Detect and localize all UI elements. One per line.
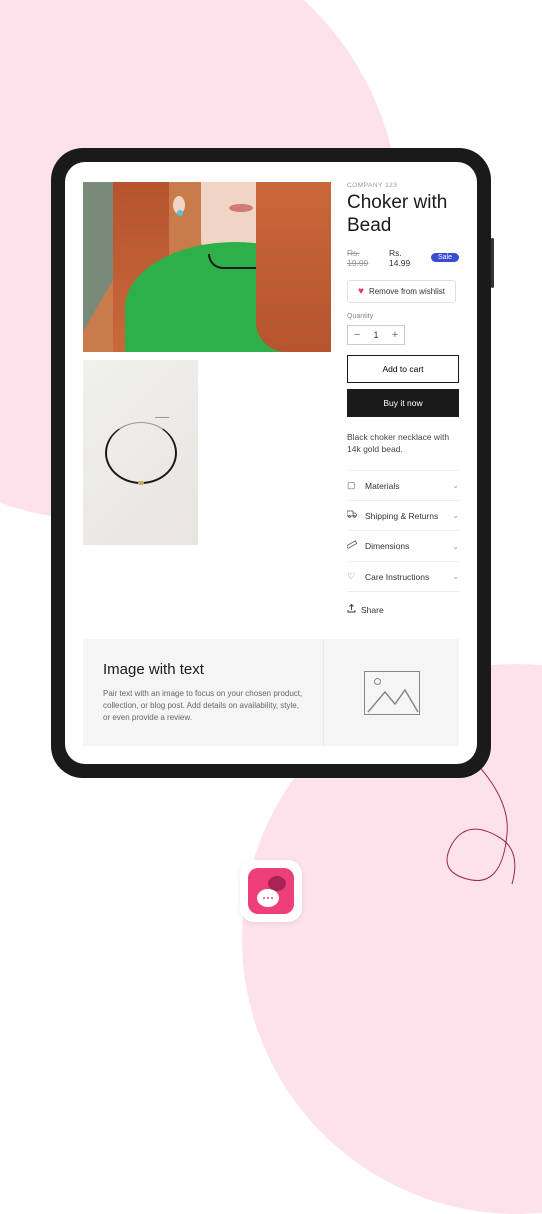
truck-icon	[347, 510, 357, 521]
wishlist-label: Remove from wishlist	[369, 287, 445, 296]
chevron-down-icon: ⌄	[452, 511, 459, 520]
accordion-materials[interactable]: ▢ Materials ⌄	[347, 470, 459, 500]
image-with-text-section: Image with text Pair text with an image …	[83, 639, 459, 746]
iwt-body: Pair text with an image to focus on your…	[103, 688, 303, 724]
product-image-main[interactable]	[83, 182, 331, 352]
accordion-dimensions[interactable]: Dimensions ⌄	[347, 530, 459, 561]
chevron-down-icon: ⌄	[452, 572, 459, 581]
heart-outline-icon: ♡	[347, 571, 357, 582]
share-button[interactable]: Share	[347, 604, 459, 615]
compare-price: Rs. 19.99	[347, 248, 383, 268]
accordion-care[interactable]: ♡ Care Instructions ⌄	[347, 561, 459, 592]
accordion-label: Materials	[365, 481, 444, 491]
ruler-icon	[347, 540, 357, 552]
vendor-label: COMPANY 123	[347, 182, 459, 189]
product-title: Choker with Bead	[347, 192, 459, 238]
accordion-shipping[interactable]: Shipping & Returns ⌄	[347, 500, 459, 530]
accordion-label: Shipping & Returns	[365, 511, 444, 521]
tablet-frame: COMPANY 123 Choker with Bead Rs. 19.99 R…	[51, 148, 491, 778]
quantity-increase-button[interactable]: +	[386, 326, 404, 344]
quantity-value: 1	[366, 330, 386, 340]
product-description: Black choker necklace with 14k gold bead…	[347, 431, 459, 457]
materials-icon: ▢	[347, 480, 357, 491]
heart-icon: ♥	[358, 286, 364, 297]
buy-now-button[interactable]: Buy it now	[347, 389, 459, 417]
quantity-label: Quantity	[347, 313, 459, 320]
sale-badge: Sale	[431, 253, 459, 262]
add-to-cart-button[interactable]: Add to cart	[347, 355, 459, 383]
quantity-decrease-button[interactable]: −	[348, 326, 366, 344]
price: Rs. 14.99	[389, 248, 425, 268]
screen: COMPANY 123 Choker with Bead Rs. 19.99 R…	[65, 162, 477, 764]
chat-app-icon[interactable]	[240, 860, 302, 922]
product-image-thumbnail[interactable]	[83, 360, 198, 545]
share-label: Share	[361, 605, 384, 615]
share-icon	[347, 604, 356, 615]
quantity-stepper: − 1 +	[347, 325, 405, 345]
accordion-label: Care Instructions	[365, 572, 444, 582]
wishlist-button[interactable]: ♥ Remove from wishlist	[347, 280, 456, 303]
chevron-down-icon: ⌄	[452, 542, 459, 551]
placeholder-image-icon	[364, 671, 420, 715]
chevron-down-icon: ⌄	[452, 481, 459, 490]
iwt-title: Image with text	[103, 661, 303, 678]
accordion-label: Dimensions	[365, 541, 444, 551]
